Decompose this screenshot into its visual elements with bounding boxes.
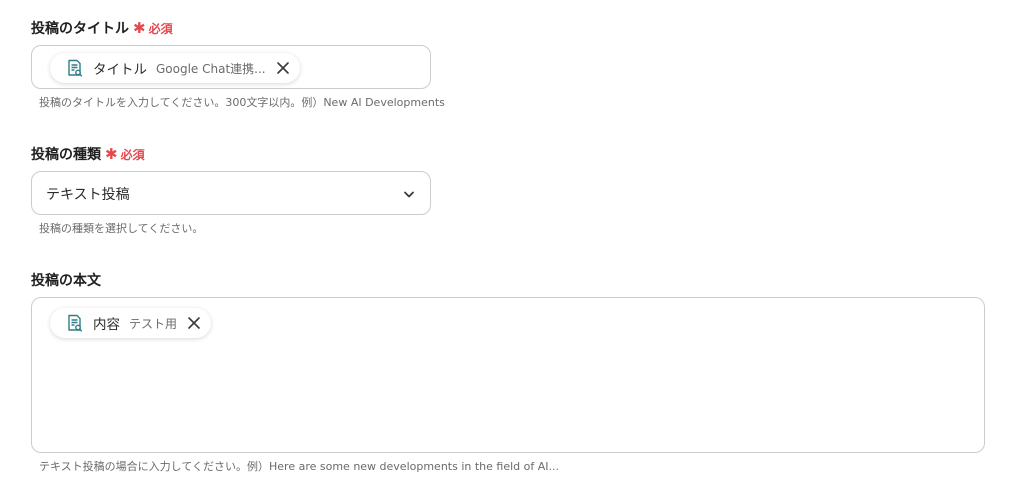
body-help-text: テキスト投稿の場合に入力してください。例）Here are some new d…	[39, 460, 560, 473]
body-label-row: 投稿の本文	[31, 270, 101, 290]
close-icon[interactable]	[187, 316, 201, 330]
document-search-icon	[65, 313, 85, 333]
type-help-text: 投稿の種類を選択してください。	[39, 222, 204, 235]
body-variable-chip[interactable]: 内容 テスト用	[50, 308, 212, 338]
type-selected-value: テキスト投稿	[46, 187, 130, 203]
body-textarea[interactable]: 内容 テスト用	[31, 297, 985, 453]
required-badge: ✱ 必須	[133, 20, 173, 37]
chevron-down-icon[interactable]	[402, 186, 416, 200]
type-select[interactable]: テキスト投稿	[31, 171, 431, 215]
chip-name: タイトル	[93, 62, 147, 78]
required-text: 必須	[120, 147, 145, 162]
title-input[interactable]: タイトル Google Chat連携...	[31, 45, 431, 89]
document-search-icon	[65, 58, 85, 78]
chip-name: 内容	[93, 317, 120, 333]
chip-value: Google Chat連携...	[156, 61, 266, 76]
title-help-text: 投稿のタイトルを入力してください。300文字以内。例）New AI Develo…	[39, 96, 445, 109]
close-icon[interactable]	[276, 61, 290, 75]
required-text: 必須	[148, 21, 173, 36]
required-badge: ✱ 必須	[105, 146, 145, 163]
type-label-row: 投稿の種類 ✱ 必須	[31, 144, 145, 164]
title-label: 投稿のタイトル	[31, 21, 129, 37]
title-variable-chip[interactable]: タイトル Google Chat連携...	[50, 53, 300, 83]
type-label: 投稿の種類	[31, 147, 101, 163]
required-asterisk-icon: ✱	[133, 18, 146, 37]
body-label: 投稿の本文	[31, 273, 101, 289]
required-asterisk-icon: ✱	[105, 144, 118, 163]
title-label-row: 投稿のタイトル ✱ 必須	[31, 18, 173, 38]
chip-value: テスト用	[129, 316, 178, 331]
